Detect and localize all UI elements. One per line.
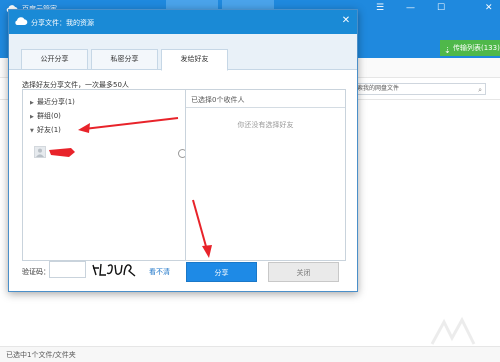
user-icon <box>36 148 44 157</box>
captcha-input[interactable] <box>49 261 86 278</box>
close-button[interactable]: 关闭 <box>268 262 339 282</box>
download-arrow-icon: ⇣ <box>444 46 451 55</box>
share-tab-bar: 公开分享 私密分享 发给好友 <box>9 34 357 71</box>
search-icon[interactable]: ⌕ <box>478 85 482 95</box>
tab-public-share[interactable]: 公开分享 <box>21 49 88 70</box>
tree-item-label: 好友(1) <box>37 126 61 134</box>
avatar <box>34 146 46 158</box>
minimize-icon[interactable]: — <box>406 3 415 13</box>
transfer-list-button[interactable]: ⇣ 传输列表(133) <box>440 40 500 56</box>
share-dialog: 分享文件：我的资源 ✕ 公开分享 私密分享 发给好友 选择好友分享文件，一次最多… <box>8 9 358 292</box>
redacted-name-mark <box>49 148 75 157</box>
share-button[interactable]: 分享 <box>186 262 257 282</box>
dialog-title: 分享文件：我的资源 <box>31 19 94 27</box>
tree-item-friends[interactable]: ▼ 好友(1) <box>30 125 61 135</box>
empty-recipient-hint: 你还没有选择好友 <box>237 121 294 129</box>
maximize-icon[interactable]: ☐ <box>437 3 445 13</box>
tree-item-label: 最近分享(1) <box>37 98 75 106</box>
watermark-icon <box>430 316 476 345</box>
dialog-title-bar[interactable]: 分享文件：我的资源 ✕ <box>9 10 357 34</box>
search-placeholder: 搜索我的网盘文件 <box>351 85 400 92</box>
chevron-right-icon: ▶ <box>30 100 34 106</box>
tab-send-to-friend[interactable]: 发给好友 <box>161 49 228 71</box>
contact-tree-panel: ▶ 最近分享(1) ▶ 群组(0) ▼ 好友(1) <box>22 89 189 261</box>
tree-item-recent[interactable]: ▶ 最近分享(1) <box>30 97 75 107</box>
menu-icon[interactable]: ☰ <box>376 3 384 13</box>
transfer-list-label: 传输列表(133) <box>453 44 500 52</box>
close-icon[interactable]: ✕ <box>485 3 493 13</box>
captcha-refresh-link[interactable]: 看不清 <box>149 267 170 277</box>
divider <box>186 107 345 108</box>
chevron-down-icon: ▼ <box>30 128 34 134</box>
cloud-logo-icon <box>15 17 28 25</box>
search-input[interactable]: 搜索我的网盘文件 ⌕ <box>346 83 486 95</box>
friend-list-item[interactable] <box>34 146 187 160</box>
tab-private-share[interactable]: 私密分享 <box>91 49 158 70</box>
status-bar: 已选中1个文件/文件夹 <box>0 346 500 362</box>
captcha-image <box>92 263 136 277</box>
status-text: 已选中1个文件/文件夹 <box>6 351 76 359</box>
tree-item-groups[interactable]: ▶ 群组(0) <box>30 111 61 121</box>
chevron-right-icon: ▶ <box>30 114 34 120</box>
selected-recipient-count: 已选择0个收件人 <box>191 96 245 104</box>
recipient-panel: 已选择0个收件人 你还没有选择好友 <box>185 89 346 261</box>
close-icon[interactable]: ✕ <box>340 15 352 27</box>
tree-item-label: 群组(0) <box>37 112 61 120</box>
captcha-label: 验证码： <box>22 268 50 276</box>
